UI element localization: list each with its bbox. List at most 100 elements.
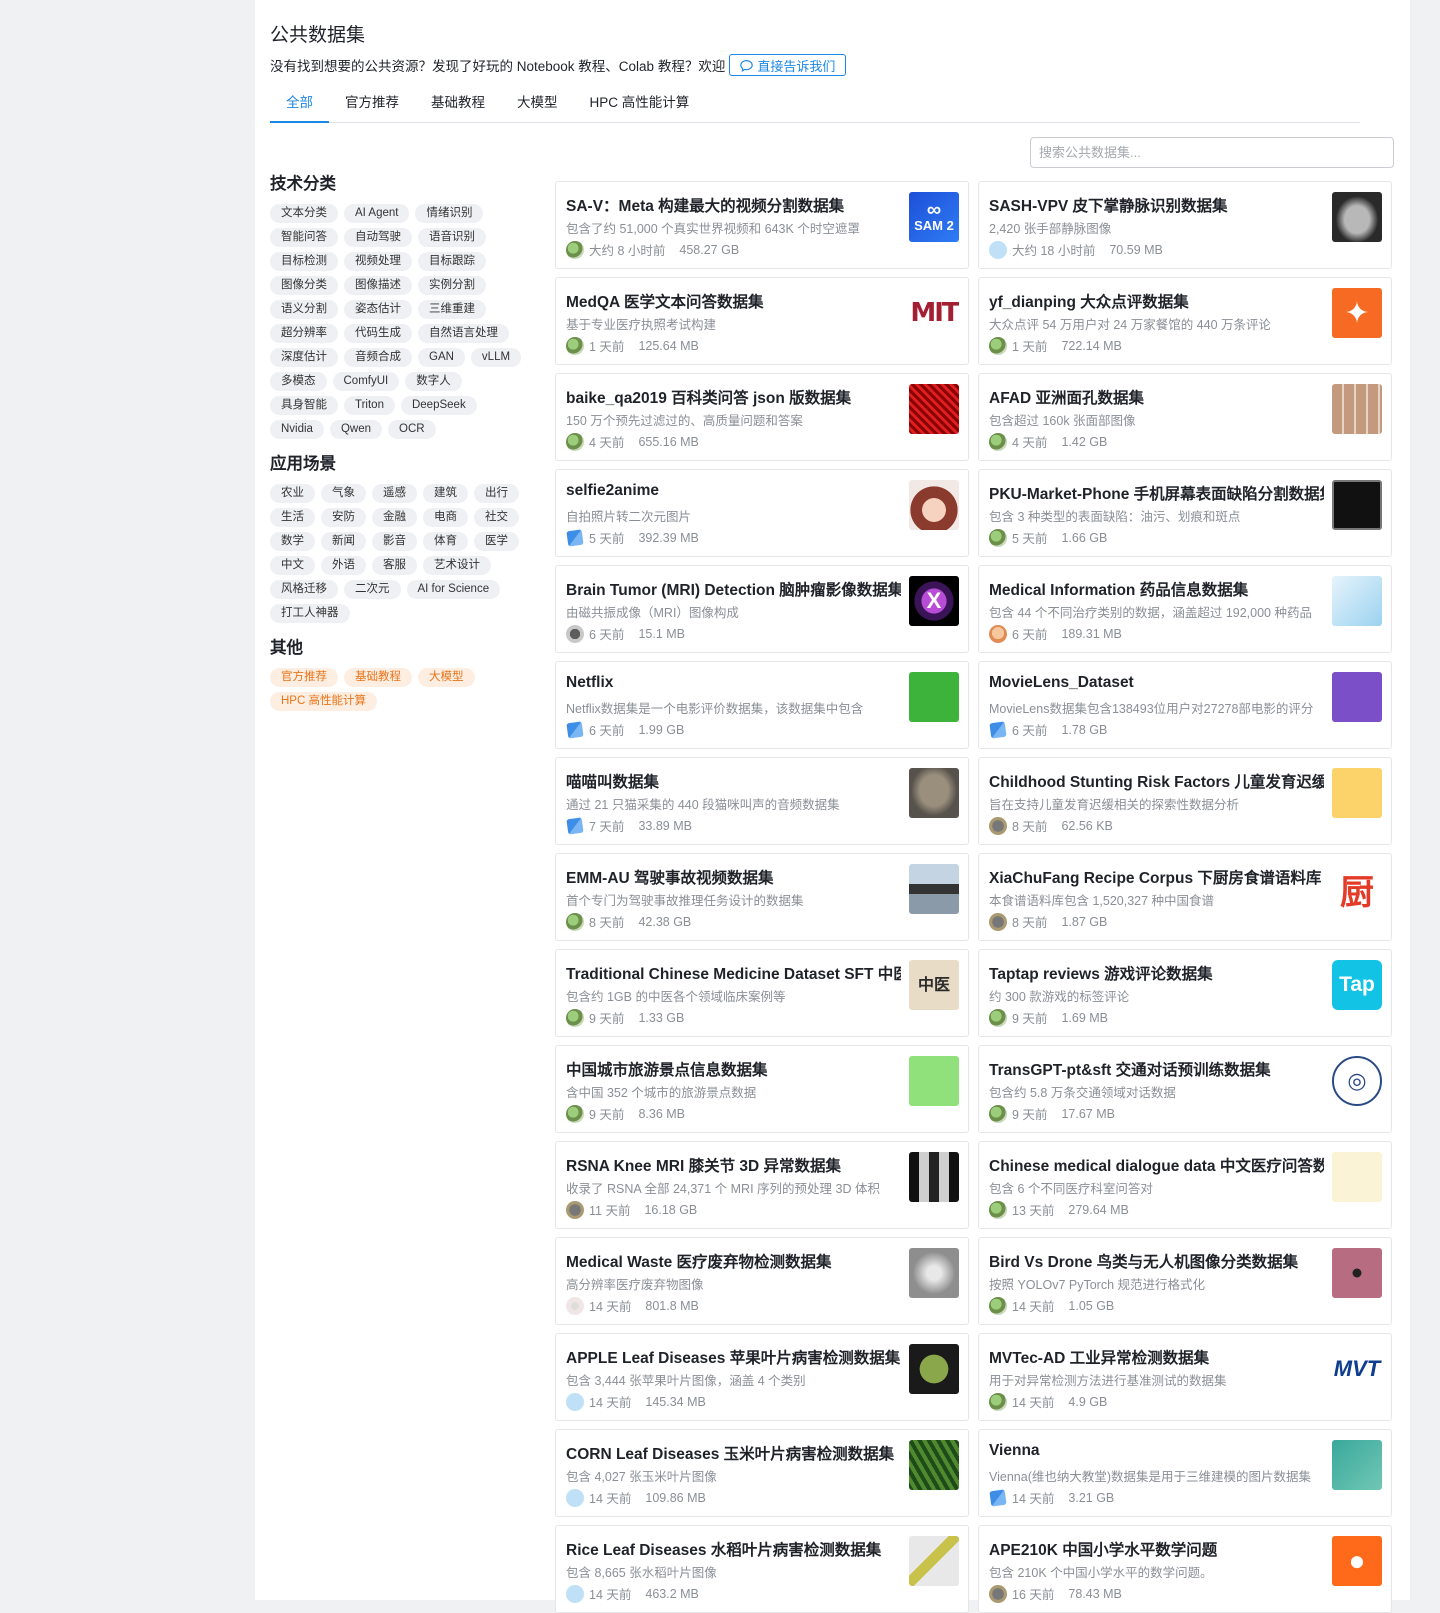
dataset-card[interactable]: Medical Waste 医疗废弃物检测数据集 高分辨率医疗废弃物图像 14 …: [555, 1237, 969, 1325]
dataset-title[interactable]: APE210K 中国小学水平数学问题: [989, 1538, 1324, 1560]
dataset-card[interactable]: MVTec-AD 工业异常检测数据集 用于对异常检测方法进行基准测试的数据集 1…: [978, 1333, 1392, 1421]
filter-tag[interactable]: 图像分类: [270, 276, 338, 295]
filter-tag[interactable]: 电商: [423, 508, 468, 527]
dataset-card[interactable]: selfie2anime 自拍照片转二次元图片 5 天前 392.39 MB: [555, 469, 969, 557]
filter-tag[interactable]: 风格迁移: [270, 580, 338, 599]
dataset-card[interactable]: XiaChuFang Recipe Corpus 下厨房食谱语料库 本食谱语料库…: [978, 853, 1392, 941]
dataset-title[interactable]: CORN Leaf Diseases 玉米叶片病害检测数据集: [566, 1442, 901, 1464]
filter-tag[interactable]: 艺术设计: [423, 556, 491, 575]
dataset-card[interactable]: 中国城市旅游景点信息数据集 含中国 352 个城市的旅游景点数据 9 天前 8.…: [555, 1045, 969, 1133]
dataset-title[interactable]: SASH-VPV 皮下掌静脉识别数据集: [989, 194, 1324, 216]
filter-tag[interactable]: 遥感: [372, 484, 417, 503]
dataset-title[interactable]: MedQA 医学文本问答数据集: [566, 290, 901, 312]
filter-tag[interactable]: 数字人: [405, 372, 462, 391]
dataset-title[interactable]: TransGPT-pt&sft 交通对话预训练数据集: [989, 1058, 1324, 1080]
filter-tag[interactable]: Qwen: [329, 420, 383, 439]
dataset-title[interactable]: APPLE Leaf Diseases 苹果叶片病害检测数据集: [566, 1346, 901, 1368]
filter-tag[interactable]: 图像描述: [344, 276, 412, 295]
dataset-card[interactable]: Childhood Stunting Risk Factors 儿童发育迟缓 旨…: [978, 757, 1392, 845]
dataset-title[interactable]: Netflix: [566, 674, 901, 692]
tab-all[interactable]: 全部: [270, 92, 329, 123]
filter-tag[interactable]: 视频处理: [344, 252, 412, 271]
dataset-title[interactable]: 喵喵叫数据集: [566, 770, 901, 792]
filter-tag[interactable]: 生活: [270, 508, 315, 527]
dataset-card[interactable]: EMM-AU 驾驶事故视频数据集 首个专门为驾驶事故推理任务设计的数据集 8 天…: [555, 853, 969, 941]
dataset-card[interactable]: Traditional Chinese Medicine Dataset SFT…: [555, 949, 969, 1037]
filter-tag[interactable]: 情绪识别: [415, 204, 484, 223]
filter-tag[interactable]: 气象: [321, 484, 366, 503]
tab-tutorials[interactable]: 基础教程: [415, 92, 501, 123]
filter-tag[interactable]: 客服: [372, 556, 417, 575]
dataset-card[interactable]: PKU-Market-Phone 手机屏幕表面缺陷分割数据集 包含 3 种类型的…: [978, 469, 1392, 557]
dataset-card[interactable]: Netflix Netflix数据集是一个电影评价数据集，该数据集中包含 6 天…: [555, 661, 969, 749]
tab-hpc[interactable]: HPC 高性能计算: [574, 92, 706, 123]
dataset-card[interactable]: baike_qa2019 百科类问答 json 版数据集 150 万个预先过滤过…: [555, 373, 969, 461]
contact-us-button[interactable]: 直接告诉我们: [729, 54, 847, 76]
filter-tag[interactable]: 大模型: [418, 668, 475, 687]
filter-tag[interactable]: 二次元: [344, 580, 401, 599]
filter-tag[interactable]: 实例分割: [418, 276, 486, 295]
filter-tag[interactable]: 出行: [474, 484, 519, 503]
filter-tag[interactable]: 安防: [321, 508, 366, 527]
filter-tag[interactable]: AI Agent: [344, 204, 410, 223]
filter-tag[interactable]: 影音: [372, 532, 417, 551]
filter-tag[interactable]: 具身智能: [270, 396, 338, 415]
filter-tag[interactable]: 打工人神器: [270, 604, 350, 623]
dataset-card[interactable]: 喵喵叫数据集 通过 21 只猫采集的 440 段猫咪叫声的音频数据集 7 天前 …: [555, 757, 969, 845]
filter-tag[interactable]: 农业: [270, 484, 315, 503]
filter-tag[interactable]: 医学: [474, 532, 519, 551]
dataset-title[interactable]: Taptap reviews 游戏评论数据集: [989, 962, 1324, 984]
tab-llm[interactable]: 大模型: [501, 92, 574, 123]
filter-tag[interactable]: HPC 高性能计算: [270, 692, 377, 711]
filter-tag[interactable]: 官方推荐: [270, 668, 338, 687]
filter-tag[interactable]: 新闻: [321, 532, 366, 551]
dataset-title[interactable]: PKU-Market-Phone 手机屏幕表面缺陷分割数据集: [989, 482, 1324, 504]
filter-tag[interactable]: 社交: [474, 508, 519, 527]
filter-tag[interactable]: 体育: [423, 532, 468, 551]
tab-official[interactable]: 官方推荐: [329, 92, 415, 123]
filter-tag[interactable]: 文本分类: [270, 204, 338, 223]
dataset-title[interactable]: Medical Waste 医疗废弃物检测数据集: [566, 1250, 901, 1272]
filter-tag[interactable]: 目标跟踪: [418, 252, 486, 271]
dataset-title[interactable]: XiaChuFang Recipe Corpus 下厨房食谱语料库: [989, 866, 1324, 888]
dataset-title[interactable]: MovieLens_Dataset: [989, 674, 1324, 692]
filter-tag[interactable]: 金融: [372, 508, 417, 527]
dataset-card[interactable]: yf_dianping 大众点评数据集 大众点评 54 万用户对 24 万家餐馆…: [978, 277, 1392, 365]
dataset-card[interactable]: MedQA 医学文本问答数据集 基于专业医疗执照考试构建 1 天前 125.64…: [555, 277, 969, 365]
filter-tag[interactable]: Nvidia: [270, 420, 324, 439]
filter-tag[interactable]: vLLM: [470, 348, 522, 367]
dataset-title[interactable]: Vienna: [989, 1442, 1324, 1460]
dataset-card[interactable]: CORN Leaf Diseases 玉米叶片病害检测数据集 包含 4,027 …: [555, 1429, 969, 1517]
filter-tag[interactable]: 自动驾驶: [344, 228, 412, 247]
dataset-title[interactable]: EMM-AU 驾驶事故视频数据集: [566, 866, 901, 888]
filter-tag[interactable]: 超分辨率: [270, 324, 338, 343]
filter-tag[interactable]: Triton: [344, 396, 395, 415]
dataset-card[interactable]: Bird Vs Drone 鸟类与无人机图像分类数据集 按照 YOLOv7 Py…: [978, 1237, 1392, 1325]
filter-tag[interactable]: 三维重建: [418, 300, 486, 319]
filter-tag[interactable]: 深度估计: [270, 348, 338, 367]
filter-tag[interactable]: 外语: [321, 556, 366, 575]
dataset-card[interactable]: Chinese medical dialogue data 中文医疗问答数据集 …: [978, 1141, 1392, 1229]
dataset-title[interactable]: yf_dianping 大众点评数据集: [989, 290, 1324, 312]
dataset-card[interactable]: SASH-VPV 皮下掌静脉识别数据集 2,420 张手部静脉图像 大约 18 …: [978, 181, 1392, 269]
filter-tag[interactable]: 语义分割: [270, 300, 338, 319]
filter-tag[interactable]: 中文: [270, 556, 315, 575]
filter-tag[interactable]: 数学: [270, 532, 315, 551]
filter-tag[interactable]: 姿态估计: [344, 300, 412, 319]
filter-tag[interactable]: 基础教程: [344, 668, 412, 687]
dataset-title[interactable]: MVTec-AD 工业异常检测数据集: [989, 1346, 1324, 1368]
filter-tag[interactable]: 多模态: [270, 372, 327, 391]
filter-tag[interactable]: 自然语言处理: [418, 324, 509, 343]
dataset-title[interactable]: selfie2anime: [566, 482, 901, 500]
filter-tag[interactable]: GAN: [418, 348, 465, 367]
dataset-title[interactable]: Childhood Stunting Risk Factors 儿童发育迟缓: [989, 770, 1324, 792]
filter-tag[interactable]: 代码生成: [344, 324, 412, 343]
filter-tag[interactable]: DeepSeek: [400, 396, 477, 415]
dataset-title[interactable]: Rice Leaf Diseases 水稻叶片病害检测数据集: [566, 1538, 901, 1560]
filter-tag[interactable]: OCR: [388, 420, 436, 439]
filter-tag[interactable]: ComfyUI: [332, 372, 400, 391]
dataset-title[interactable]: 中国城市旅游景点信息数据集: [566, 1058, 901, 1080]
dataset-card[interactable]: MovieLens_Dataset MovieLens数据集包含138493位用…: [978, 661, 1392, 749]
dataset-card[interactable]: TransGPT-pt&sft 交通对话预训练数据集 包含约 5.8 万条交通领…: [978, 1045, 1392, 1133]
filter-tag[interactable]: 语音识别: [418, 228, 486, 247]
